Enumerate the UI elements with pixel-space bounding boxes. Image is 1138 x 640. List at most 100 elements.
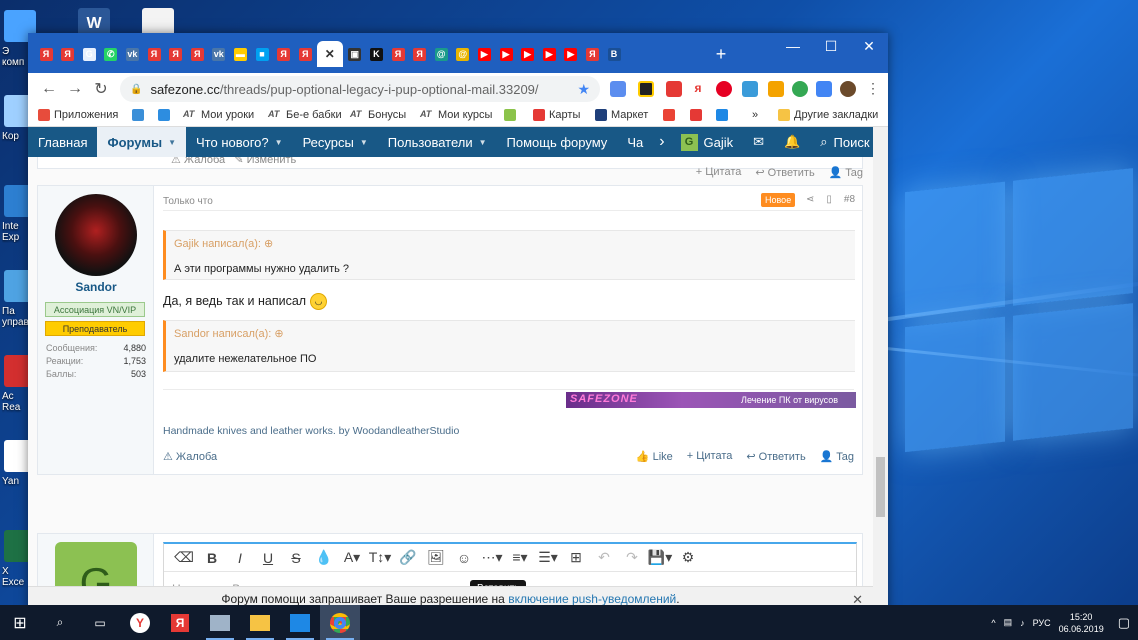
- tab[interactable]: ✆: [101, 41, 121, 67]
- tab[interactable]: @: [453, 41, 473, 67]
- maximize-icon[interactable]: ☐: [812, 33, 850, 59]
- reply-button[interactable]: ↩ Ответить: [746, 450, 805, 463]
- chevron-down-icon[interactable]: ▼: [479, 138, 487, 147]
- link-icon[interactable]: 🔗: [394, 549, 422, 566]
- push-enable-link[interactable]: включение push-уведомлений: [508, 592, 676, 606]
- tab[interactable]: Я: [582, 41, 602, 67]
- tab[interactable]: ▬: [230, 41, 250, 67]
- undo-icon[interactable]: ↶: [590, 549, 618, 566]
- forward-icon[interactable]: →: [62, 76, 88, 102]
- bookmark-item[interactable]: [504, 109, 516, 121]
- quote-jump-icon[interactable]: ⊕: [274, 328, 283, 340]
- yandex-red-icon[interactable]: [666, 81, 682, 97]
- quote-header[interactable]: Sandor написал(а): ⊕: [174, 327, 284, 340]
- bookmark-item[interactable]: [716, 109, 728, 121]
- bookmark-item[interactable]: [690, 109, 702, 121]
- tab[interactable]: ▶: [539, 41, 559, 67]
- font-family-icon[interactable]: T↕▾: [366, 549, 394, 566]
- nav-user[interactable]: G Gajik: [671, 127, 744, 157]
- like-button[interactable]: 👍 Like: [636, 450, 673, 463]
- back-icon[interactable]: ←: [36, 76, 62, 102]
- tab[interactable]: G: [79, 41, 99, 67]
- yandex-browser-taskbar-icon[interactable]: Y: [120, 605, 160, 640]
- clear-format-icon[interactable]: ⌫: [170, 549, 198, 566]
- smilie-icon[interactable]: ☺: [450, 550, 478, 566]
- bold-icon[interactable]: B: [198, 550, 226, 566]
- avatar[interactable]: [55, 194, 137, 276]
- share-icon[interactable]: ⋖: [806, 194, 814, 205]
- google-extension-icon[interactable]: [792, 81, 808, 97]
- nav-item[interactable]: Ресурсы ▼: [293, 127, 378, 157]
- tab[interactable]: ■: [252, 41, 272, 67]
- chevron-down-icon[interactable]: ▼: [275, 138, 283, 147]
- tab[interactable]: ▶: [518, 41, 538, 67]
- menu-icon[interactable]: ⋮: [866, 80, 880, 97]
- pinterest-icon[interactable]: [716, 81, 732, 97]
- quote-jump-icon[interactable]: ⊕: [264, 238, 273, 250]
- nav-item[interactable]: Главная: [28, 127, 97, 157]
- language-indicator[interactable]: РУС: [1033, 618, 1051, 628]
- show-hidden-icon[interactable]: ^: [991, 618, 995, 628]
- inbox-icon[interactable]: ✉: [743, 127, 774, 157]
- chrome-taskbar-icon[interactable]: [320, 605, 360, 640]
- bookmark-item[interactable]: Приложения: [38, 109, 118, 121]
- tab[interactable]: Я: [388, 41, 408, 67]
- files-taskbar-icon[interactable]: [200, 605, 240, 640]
- bookmark-item[interactable]: [663, 109, 675, 121]
- quote-header[interactable]: Gajik написал(а): ⊕: [174, 237, 273, 250]
- tab[interactable]: ▶: [474, 41, 494, 67]
- tab[interactable]: ▣: [345, 41, 365, 67]
- minimize-icon[interactable]: —: [774, 33, 812, 59]
- nav-item[interactable]: Ча: [617, 127, 653, 157]
- signature-link[interactable]: Handmade knives and leather works. by Wo…: [163, 425, 459, 437]
- tab[interactable]: @: [431, 41, 451, 67]
- bookmark-item[interactable]: AT Бе-е бабки: [268, 109, 342, 121]
- new-tab-button[interactable]: +: [710, 41, 732, 67]
- profile-avatar[interactable]: [840, 81, 856, 97]
- report-link[interactable]: ⚠ Жалоба: [163, 450, 217, 463]
- yandex-extension-icon[interactable]: [638, 81, 654, 97]
- insert-more-icon[interactable]: ⋯▾: [478, 549, 506, 566]
- search-taskbar-icon[interactable]: ⌕: [40, 605, 80, 640]
- network-icon[interactable]: ▤: [1004, 617, 1013, 628]
- align-icon[interactable]: ≡▾: [506, 549, 534, 566]
- tab[interactable]: B: [604, 41, 624, 67]
- prev-reply-link[interactable]: ↩ Ответить: [755, 166, 814, 179]
- volume-icon[interactable]: ♪: [1020, 618, 1025, 628]
- post-username[interactable]: Sandor: [38, 280, 154, 294]
- scrollbar-thumb[interactable]: [876, 457, 885, 517]
- bookmark-item[interactable]: [158, 109, 170, 121]
- scrollbar[interactable]: [873, 127, 888, 613]
- tab[interactable]: ▶: [561, 41, 581, 67]
- reload-icon[interactable]: ↻: [88, 76, 114, 102]
- bookmark-item[interactable]: [132, 109, 144, 121]
- bookmark-item[interactable]: Другие закладки: [778, 109, 878, 121]
- bookmark-icon[interactable]: ▯: [826, 194, 832, 205]
- prev-tag-link[interactable]: 👤 Tag: [829, 166, 863, 179]
- start-button[interactable]: ⊞: [0, 605, 40, 640]
- nav-next-icon[interactable]: ›: [653, 127, 670, 157]
- tab-active[interactable]: ✕: [316, 41, 343, 67]
- camera-extension-icon[interactable]: [610, 81, 626, 97]
- settings-icon[interactable]: ⚙: [674, 549, 702, 566]
- bookmark-extension-icon[interactable]: [768, 81, 784, 97]
- prev-quote-link[interactable]: + Цитата: [696, 166, 742, 179]
- image-icon[interactable]: 🖼: [422, 549, 450, 566]
- tab[interactable]: Я: [144, 41, 164, 67]
- tab[interactable]: Я: [274, 41, 294, 67]
- nav-item[interactable]: Помощь форуму: [497, 127, 618, 157]
- malwarebytes-taskbar-icon[interactable]: [280, 605, 320, 640]
- tab[interactable]: Я: [410, 41, 430, 67]
- url-field[interactable]: 🔒 safezone.cc/threads/pup-optional-legac…: [120, 76, 600, 102]
- font-size-icon[interactable]: A▾: [338, 549, 366, 566]
- bookmark-item[interactable]: »: [752, 109, 758, 121]
- yandex-letter-icon[interactable]: я: [690, 81, 706, 97]
- quote-button[interactable]: + Цитата: [687, 450, 733, 463]
- bookmark-item[interactable]: AT Мои курсы: [420, 109, 492, 121]
- bookmark-item[interactable]: AT Мои уроки: [183, 109, 254, 121]
- tab[interactable]: vk: [122, 41, 142, 67]
- yandex-taskbar-icon[interactable]: Я: [160, 605, 200, 640]
- safezone-banner[interactable]: SAFEZONE Лечение ПК от вирусов: [566, 392, 856, 408]
- translate-icon[interactable]: [816, 81, 832, 97]
- redo-icon[interactable]: ↷: [618, 549, 646, 566]
